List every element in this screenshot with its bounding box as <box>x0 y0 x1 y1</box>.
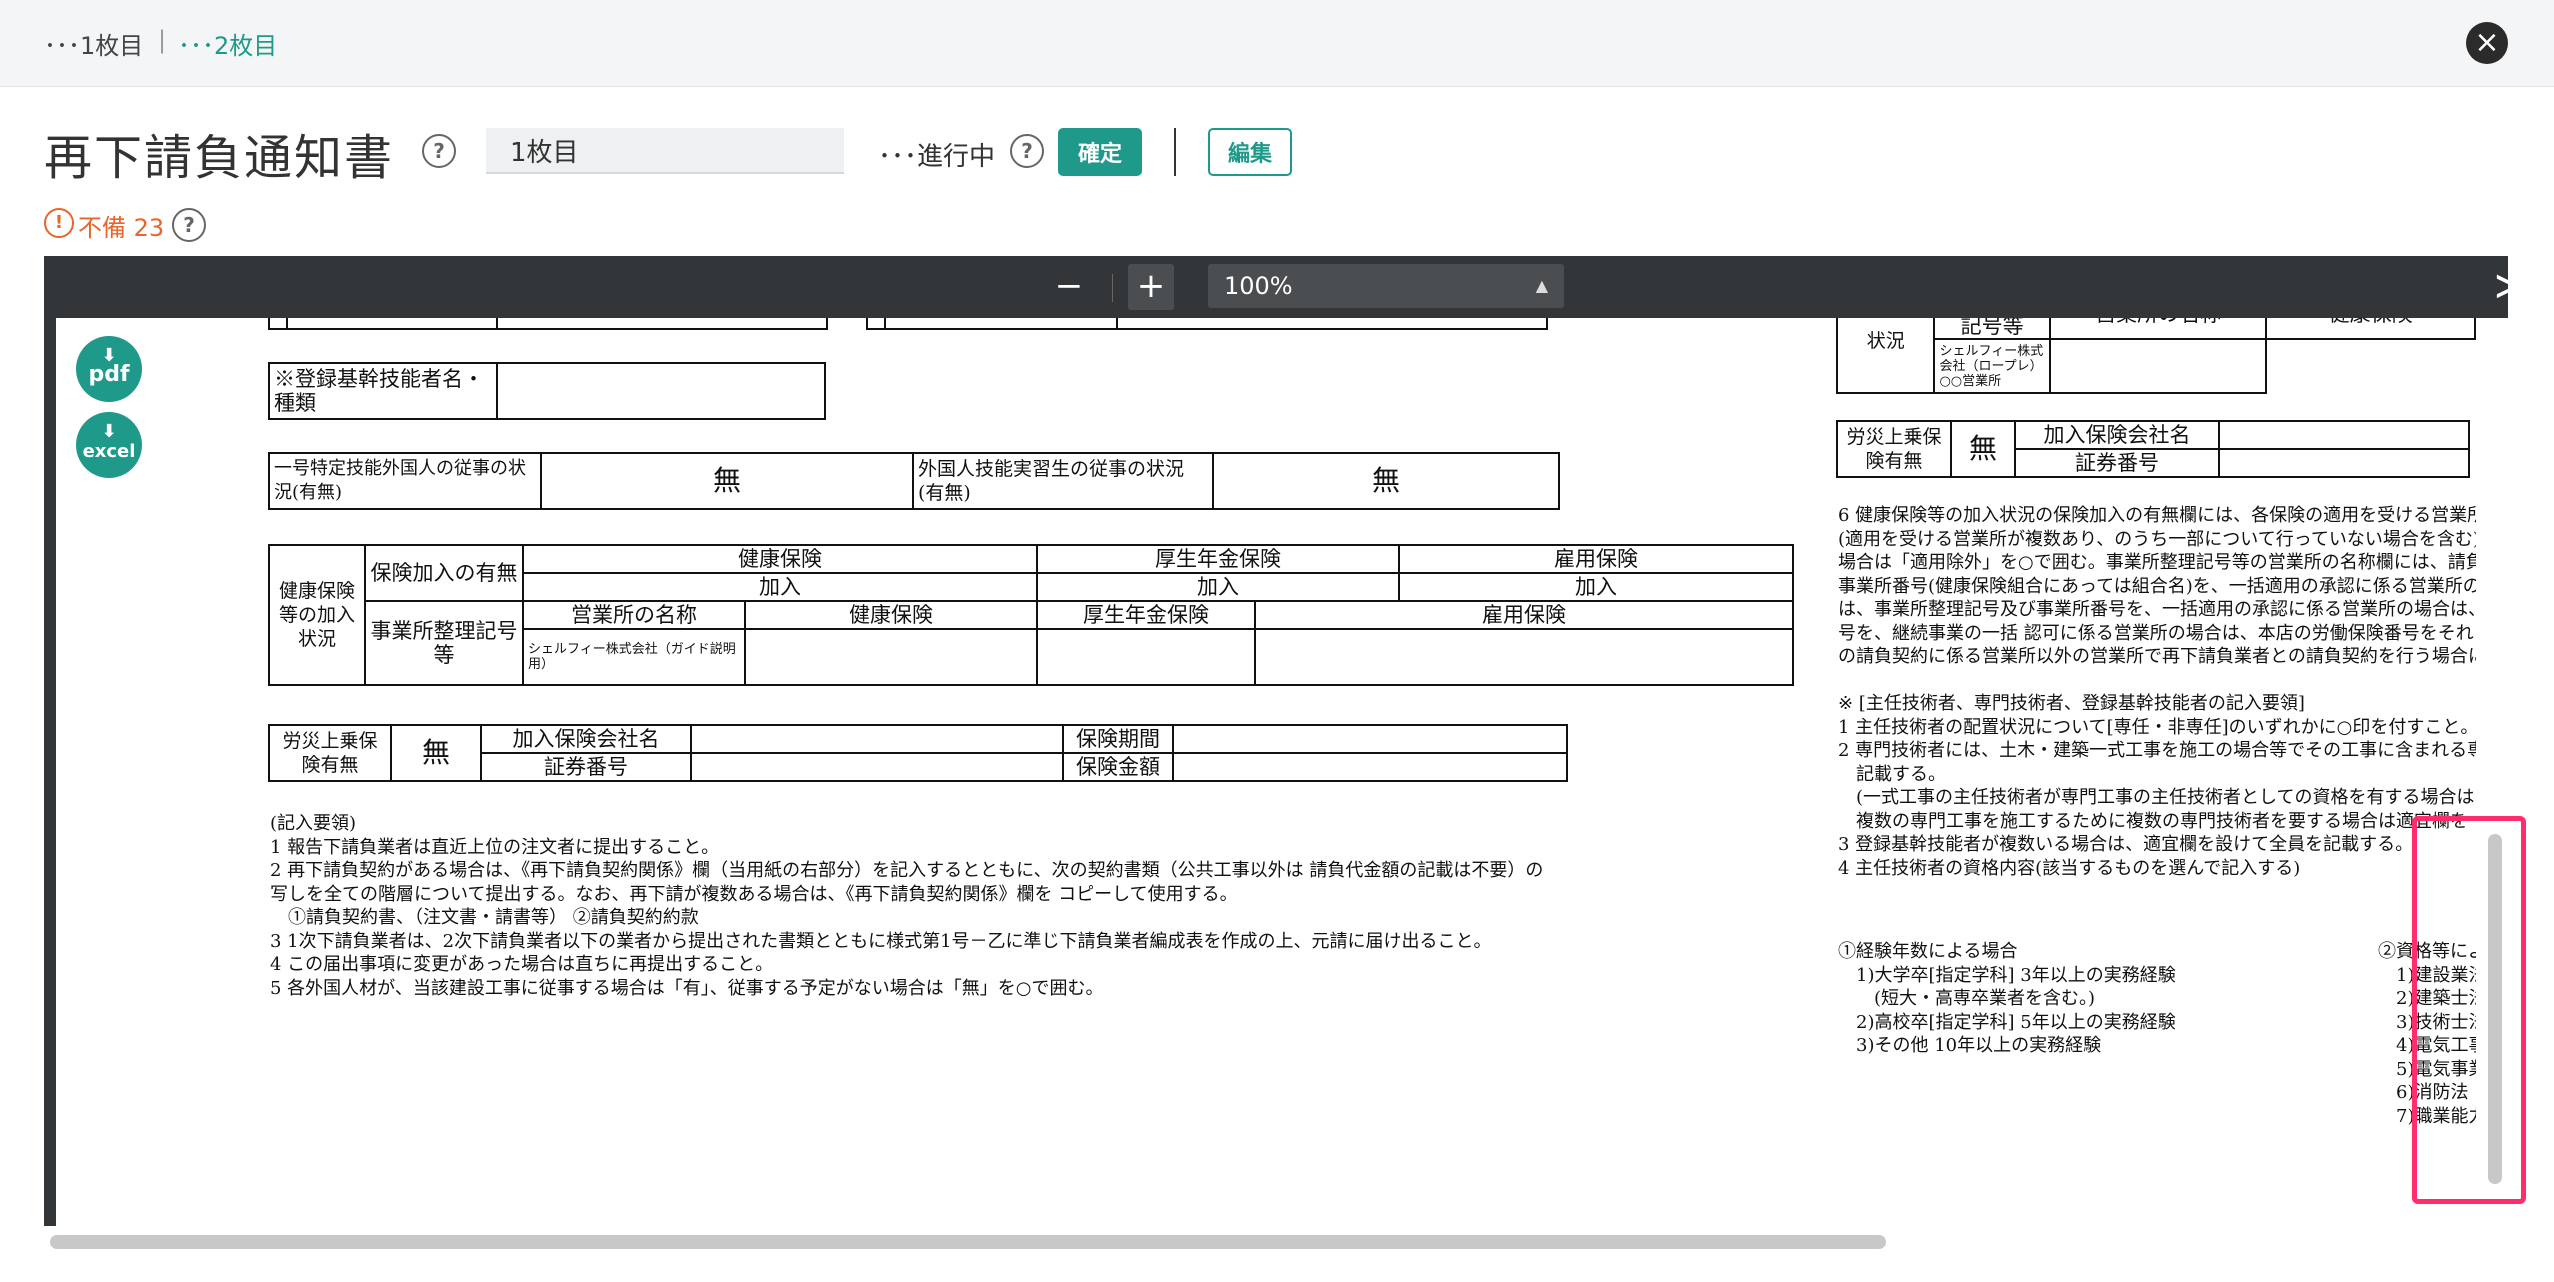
breadcrumb-separator: | <box>158 26 167 54</box>
pension-joined: 加入 <box>1036 572 1400 602</box>
warning-icon: ! <box>44 208 74 238</box>
right-office-table: 状況 事業所整理記号等 営業所の名称 健康保険 シェルフィー株式会社（ロープレ）… <box>1835 318 2476 394</box>
foreign2-label: 外国人技能実習生の従事の状況(有無) <box>912 452 1214 510</box>
document-page: ⬇ pdf ⬇ excel ※登録基幹技能者名・種類 一号特定技能外国人の従事の状況… <box>56 318 2476 1226</box>
expand-panel-icon[interactable]: ≫ <box>2494 266 2536 306</box>
highlight-box <box>2412 816 2526 1204</box>
accident-ins-label: 労災上乗保険有無 <box>268 724 392 782</box>
right-office-value: シェルフィー株式会社（ロープレ）○○営業所 <box>1933 338 2051 394</box>
office-health-value <box>744 628 1038 686</box>
right-ins-company-value <box>2218 420 2470 450</box>
horizontal-scrollbar[interactable] <box>50 1235 1886 1249</box>
notes-insurance: 6 健康保険等の加入状況の保険加入の有無欄には、各保険の適用を受ける営業所 (適… <box>1838 505 2476 879</box>
ins-joined-label: 保険加入の有無 <box>364 544 524 602</box>
deficiency-count[interactable]: 不備 23 <box>78 208 164 243</box>
office-name-header: 営業所の名称 <box>522 600 746 630</box>
pdf-download-icon[interactable]: ⬇ pdf <box>76 336 142 402</box>
pension-header: 厚生年金保険 <box>1036 544 1400 574</box>
right-health-value <box>2048 338 2268 394</box>
registered-tech-value <box>496 362 826 420</box>
policy-no-value <box>690 752 1064 782</box>
right-policy-no-value <box>2218 448 2470 478</box>
zoom-select[interactable]: 100% ▲▼ <box>1208 264 1564 339</box>
office-employment-header: 雇用保険 <box>1254 600 1794 630</box>
zoom-out-button[interactable]: − <box>1046 264 1092 310</box>
right-accident-table: 労災上乗保険有無 無 加入保険会社名 証券番号 <box>1836 420 2470 478</box>
ins-amount-value <box>1172 752 1568 782</box>
insurance-status-table: 健康保険等の加入状況 保険加入の有無 健康保険 厚生年金保険 雇用保険 加入 加… <box>268 544 1794 686</box>
toolbar-divider <box>1112 274 1113 302</box>
close-icon[interactable]: × <box>2466 22 2508 64</box>
policy-no-label: 証券番号 <box>480 752 692 782</box>
page-title: 再下請負通知書 <box>44 130 395 186</box>
confirm-button[interactable]: 確定 <box>1058 128 1142 176</box>
office-name-value: シェルフィー株式会社（ガイド説明用） <box>522 628 746 686</box>
registered-tech-table: ※登録基幹技能者名・種類 <box>268 362 826 420</box>
excel-download-icon[interactable]: ⬇ excel <box>76 412 142 478</box>
health-header: 健康保険 <box>522 544 1038 574</box>
accident-insurance-table: 労災上乗保険有無 無 加入保険会社名 保険期間 証券番号 保険金額 <box>268 724 1568 782</box>
ins-period-value <box>1172 724 1568 754</box>
ins-amount-label: 保険金額 <box>1062 752 1174 782</box>
office-pension-value <box>1036 628 1256 686</box>
right-accident-label: 労災上乗保険有無 <box>1836 420 1952 478</box>
accident-ins-value: 無 <box>390 724 482 782</box>
partial-table-top-right <box>866 318 1548 330</box>
right-policy-no-label: 証券番号 <box>2014 448 2220 478</box>
right-office-reg-label: 事業所整理記号等 <box>1933 318 2051 340</box>
ins-company-value <box>690 724 1064 754</box>
employment-header: 雇用保険 <box>1398 544 1794 574</box>
sheet-name-input[interactable] <box>486 128 844 174</box>
right-ins-company-label: 加入保険会社名 <box>2014 420 2220 450</box>
foreign2-value: 無 <box>1212 452 1560 510</box>
notes-experience: ①経験年数による場合 1)大学卒[指定学科] 3年以上の実務経験 (短大・高専卒… <box>1838 941 2176 1056</box>
zoom-value: 100% <box>1224 272 1293 300</box>
office-employment-value <box>1254 628 1794 686</box>
edit-button[interactable]: 編集 <box>1208 128 1292 176</box>
foreign1-label: 一号特定技能外国人の従事の状況(有無) <box>268 452 542 510</box>
breadcrumb-sheet-2[interactable]: ･･･2枚目 <box>178 26 277 61</box>
viewer-toolbar: − + 100% ▲▼ ≫ <box>44 256 2536 339</box>
divider <box>1174 128 1176 176</box>
right-status-label: 状況 <box>1835 318 1936 394</box>
foreign1-value: 無 <box>540 452 914 510</box>
zoom-in-button[interactable]: + <box>1128 264 1174 310</box>
right-health-header: 健康保険 <box>2265 318 2476 340</box>
office-reg-label: 事業所整理記号等 <box>364 600 524 686</box>
foreign-workers-table: 一号特定技能外国人の従事の状況(有無) 無 外国人技能実習生の従事の状況(有無)… <box>268 452 1560 510</box>
warning-help-icon[interactable]: ? <box>172 208 206 242</box>
office-pension-header: 厚生年金保険 <box>1036 600 1256 630</box>
help-icon[interactable]: ? <box>422 134 456 168</box>
employment-joined: 加入 <box>1398 572 1794 602</box>
status-text: ･･･進行中 <box>878 142 996 172</box>
health-joined: 加入 <box>522 572 1038 602</box>
right-office-name-header: 営業所の名称 <box>2048 318 2268 340</box>
status-help-icon[interactable]: ? <box>1010 134 1044 168</box>
ins-period-label: 保険期間 <box>1062 724 1174 754</box>
partial-table-top-left <box>268 318 828 330</box>
ins-status-label: 健康保険等の加入状況 <box>268 544 366 686</box>
right-accident-value: 無 <box>1950 420 2016 478</box>
registered-tech-label: ※登録基幹技能者名・種類 <box>268 362 498 420</box>
breadcrumb-sheet-1[interactable]: ･･･1枚目 <box>44 26 143 61</box>
ins-company-label: 加入保険会社名 <box>480 724 692 754</box>
top-bar: ･･･1枚目 | ･･･2枚目 × <box>0 0 2554 87</box>
office-health-header: 健康保険 <box>744 600 1038 630</box>
notes-instructions: (記入要領) 1 報告下請負業者は直近上位の注文者に提出すること。 2 再下請負… <box>270 813 1544 999</box>
